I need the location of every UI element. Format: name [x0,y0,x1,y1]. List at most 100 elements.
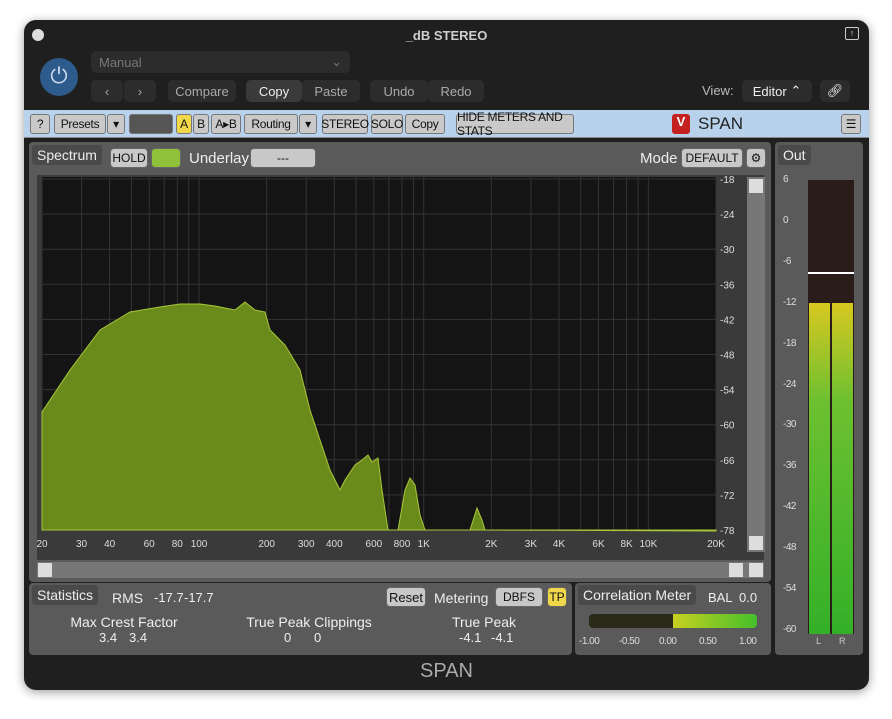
preset-slot[interactable] [129,114,173,134]
right-channel-label: R [839,636,846,646]
a-to-b-button[interactable]: A▸B [211,114,241,134]
freq-tick-label: 3K [525,539,538,550]
correlation-bar [589,614,757,628]
peak-hold-line [808,272,854,275]
hide-meters-button[interactable]: HIDE METERS AND STATS [456,110,574,138]
out-tick: -54 [783,583,796,595]
bal-label: BAL [708,590,733,605]
correlation-tick: -1.00 [579,636,600,647]
db-tick-label: -30 [720,245,735,256]
correlation-tick: 0.50 [699,636,717,647]
rms-right: -17.7 [184,590,214,605]
brand-name: SPAN [698,114,744,133]
tp-button[interactable]: TP [547,587,567,607]
crest-left: 3.4 [99,630,118,645]
solo-button[interactable]: SOLO [371,114,403,134]
freq-tick-label: 10K [639,539,657,550]
metering-select[interactable]: DBFS [495,587,543,607]
b-button[interactable]: B [193,114,209,134]
out-tick: -24 [783,378,796,390]
next-button[interactable]: › [124,80,156,102]
paste-button[interactable]: Paste [302,80,360,102]
freq-tick-label: 100 [191,539,208,550]
view-label: View: [702,83,734,98]
freq-tick-label: 1K [418,539,431,550]
db-tick-label: -72 [720,491,735,502]
presets-dropdown[interactable]: ▾ [107,114,125,134]
freq-tick-label: 40 [104,539,116,550]
freq-tick-label: 60 [144,539,156,550]
out-tick: 6 [783,174,789,185]
out-tick: -42 [783,501,796,513]
spectrum-panel: Spectrum HOLD Underlay --- Mode DEFAULT … [29,142,771,582]
clip-right: 0 [314,630,322,645]
db-tick-label: -48 [720,351,735,362]
preset-select[interactable]: Manual ⌄ [91,51,350,73]
view-value: Editor [752,83,787,99]
out-tick: -12 [783,296,796,308]
correlation-tab[interactable]: Correlation Meter [578,585,697,605]
float-icon[interactable]: ↑ [845,27,859,40]
compare-button[interactable]: Compare [168,80,236,102]
out-tick: -18 [783,337,796,349]
freq-tick-label: 200 [258,539,275,550]
freq-tick-label: 2K [485,539,498,550]
redo-button[interactable]: Redo [428,80,484,102]
power-icon[interactable]: ⏻ [40,58,78,96]
reset-button[interactable]: Reset [386,587,426,607]
copy-settings-button[interactable]: Copy [405,114,445,134]
correlation-tick: 1.00 [739,636,757,647]
routing-dropdown[interactable]: ▾ [299,114,317,134]
statistics-tab[interactable]: Statistics [32,585,99,605]
freq-tick-label: 6K [592,539,605,550]
copy-button[interactable]: Copy [246,80,302,102]
freq-tick-label: 80 [172,539,184,550]
db-tick-label: -78 [720,526,735,537]
freq-tick-label: 30 [76,539,88,550]
crest-label: Max Crest Factor [70,614,178,630]
presets-button[interactable]: Presets [54,114,106,134]
undo-button[interactable]: Undo [370,80,428,102]
freq-tick-label: 8K [620,539,633,550]
link-icon[interactable]: 🔗︎ [820,80,850,102]
crest-right: 3.4 [129,630,148,645]
out-tick: -48 [783,542,796,554]
scroll-up-button [749,179,763,193]
out-tick: -6 [783,255,791,267]
stereo-button[interactable]: STEREO [321,114,369,134]
horizontal-scrollbar [37,562,764,578]
out-tick: -60 [783,624,796,635]
output-meter-panel: Out 6 0 -6 -12 -18 -24 -30 -36 -42 -48 -54 -60 L R [775,142,863,655]
db-tick-label: -42 [720,315,735,326]
zoom-reset-button [749,563,763,577]
correlation-panel: Correlation Meter BAL 0.0 -1.00 -0.50 0.00… [575,583,771,655]
window-title: _dB STEREO [405,28,488,43]
db-tick-label: -36 [720,280,735,291]
meter-right-level [832,302,853,634]
out-tick: -30 [783,419,796,431]
plugin-window: _dB STEREO ↑ ⏻ Manual ⌄ ‹ › Compare Copy … [24,20,869,690]
true-peak-left: -4.1 [459,630,482,645]
true-peak-label: True Peak [451,614,517,630]
routing-button[interactable]: Routing [244,114,298,134]
voxengo-logo-icon: V [672,114,690,134]
freq-tick-label: 600 [366,539,383,550]
view-select[interactable]: Editor ⌃ [742,80,812,102]
clip-left: 0 [284,630,292,645]
statistics-panel: Statistics RMS -17.7 -17.7 Reset Meterin… [29,583,572,655]
db-tick-label: -66 [720,456,735,467]
prev-button[interactable]: ‹ [91,80,123,102]
clip-label: True Peak Clippings [246,614,372,630]
spectrum-plot: -18 -24 -30 -36 -42 -48 -54 -60 -66 -72 -78 20 30 40 6… [36,175,765,578]
freq-tick-label: 400 [326,539,343,550]
metering-label: Metering [434,590,489,606]
preset-value: Manual [99,54,142,70]
db-tick-label: -60 [720,421,735,432]
db-tick-label: -54 [720,386,735,397]
a-button[interactable]: A [176,114,192,134]
scroll-down-button [749,536,763,550]
menu-icon[interactable]: ☰ [841,114,861,134]
help-button[interactable]: ? [30,114,50,134]
meter-left-level [809,302,830,634]
out-tab[interactable]: Out [778,145,811,165]
